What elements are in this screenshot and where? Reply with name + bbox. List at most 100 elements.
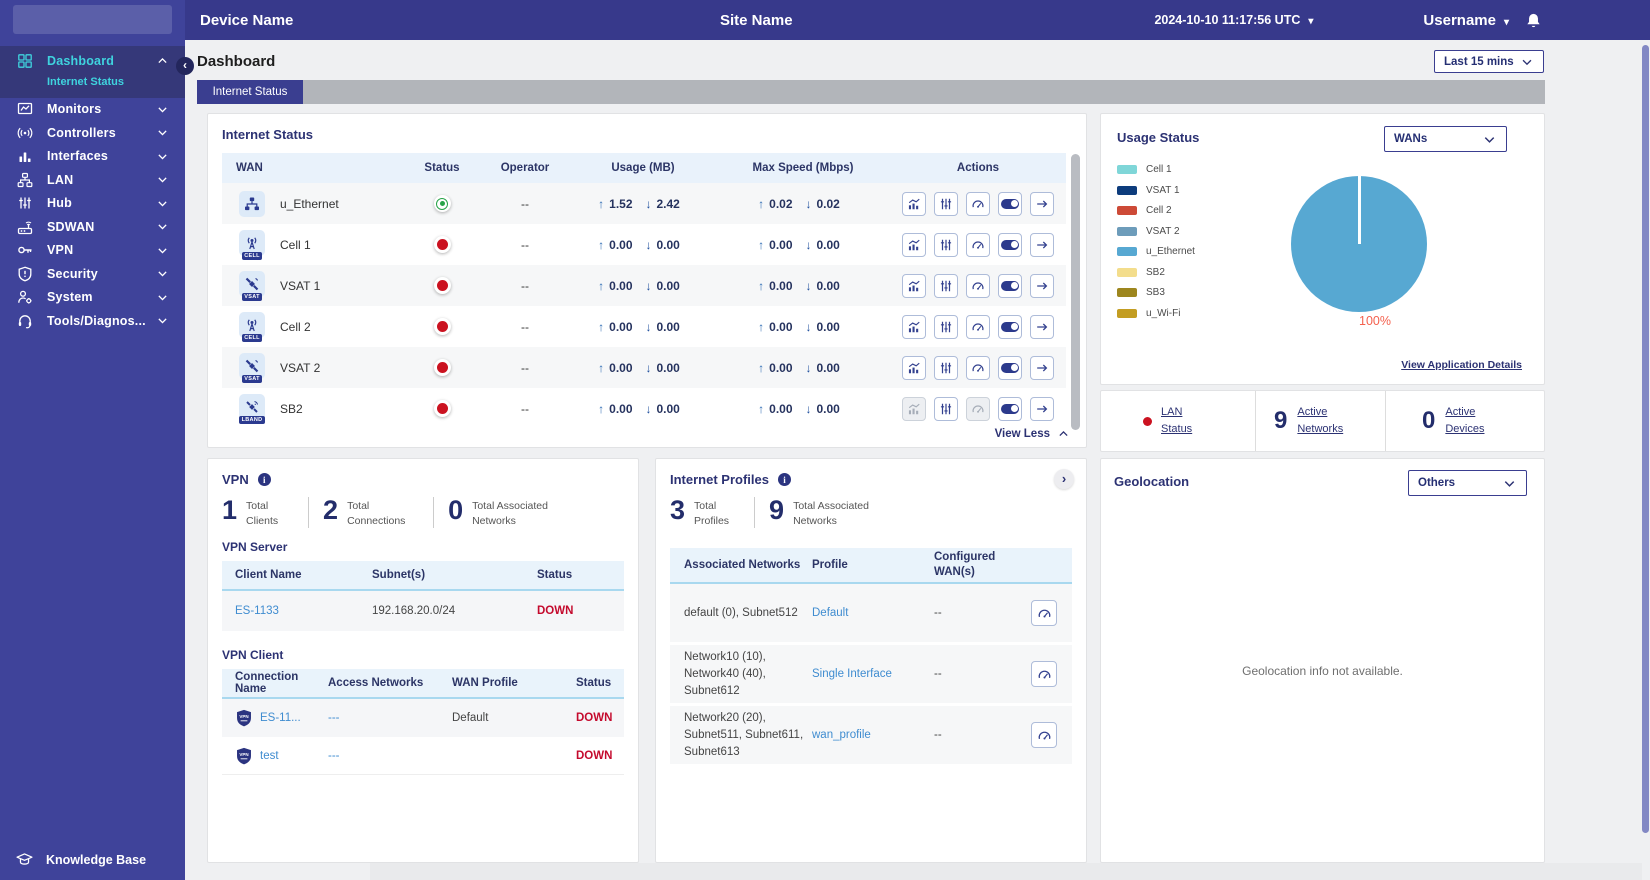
sidebar-item-dashboard[interactable]: Dashboard bbox=[0, 49, 185, 73]
device-name: Device Name bbox=[200, 11, 294, 29]
hub-icon bbox=[16, 195, 34, 211]
active-networks-link[interactable]: Active Networks bbox=[1297, 404, 1359, 438]
details-arrow-button[interactable] bbox=[1030, 396, 1054, 421]
configure-button[interactable] bbox=[934, 232, 958, 257]
table-header: Connection Name Access Networks WAN Prof… bbox=[222, 669, 624, 700]
legend-item: Cell 2 bbox=[1117, 205, 1195, 216]
enable-toggle[interactable] bbox=[998, 355, 1022, 380]
enable-toggle[interactable] bbox=[998, 314, 1022, 339]
details-arrow-button[interactable] bbox=[1030, 273, 1054, 298]
speedtest-button[interactable] bbox=[1031, 600, 1057, 627]
caret-down-icon bbox=[1308, 13, 1313, 27]
vpn-shield-icon bbox=[235, 747, 253, 765]
time-filter-select[interactable]: Last 15 mins bbox=[1434, 50, 1544, 73]
sidebar-item-interfaces[interactable]: Interfaces bbox=[0, 145, 185, 169]
view-application-details-link[interactable]: View Application Details bbox=[1401, 359, 1522, 371]
timestamp-dropdown[interactable]: 2024-10-10 11:17:56 UTC bbox=[1154, 13, 1313, 27]
enable-toggle[interactable] bbox=[998, 273, 1022, 298]
speedtest-button[interactable] bbox=[966, 273, 990, 298]
panel-title: Internet Status bbox=[222, 127, 314, 142]
sidebar-item-lan[interactable]: LAN bbox=[0, 168, 185, 192]
table-row: test --- DOWN bbox=[222, 737, 624, 776]
table-scrollbar[interactable] bbox=[1071, 154, 1080, 430]
speedtest-button[interactable] bbox=[966, 314, 990, 339]
panel-title: Geolocation bbox=[1114, 474, 1190, 489]
active-devices-section: 0 Active Devices bbox=[1386, 391, 1544, 451]
sidebar-item-internet-status[interactable]: Internet Status bbox=[0, 73, 185, 92]
details-arrow-button[interactable] bbox=[1030, 232, 1054, 257]
sidebar-item-sdwan[interactable]: SDWAN bbox=[0, 215, 185, 239]
details-arrow-button[interactable] bbox=[1030, 314, 1054, 339]
geolocation-filter-select[interactable]: Others bbox=[1408, 470, 1527, 496]
chevron-up-icon bbox=[1057, 427, 1070, 440]
chart-button[interactable] bbox=[902, 355, 926, 380]
sidebar-active-group: Dashboard Internet Status bbox=[0, 46, 185, 98]
configure-button[interactable] bbox=[934, 355, 958, 380]
sidebar-item-controllers[interactable]: Controllers bbox=[0, 121, 185, 145]
chart-button[interactable] bbox=[902, 314, 926, 339]
sidebar-item-hub[interactable]: Hub bbox=[0, 192, 185, 216]
sidebar-item-system[interactable]: System bbox=[0, 286, 185, 310]
tab-internet-status[interactable]: Internet Status bbox=[197, 80, 303, 104]
lan-status-link[interactable]: LAN Status bbox=[1161, 404, 1209, 438]
chevron-down-icon bbox=[1502, 476, 1517, 491]
sidebar: Dashboard Internet Status Monitors Contr… bbox=[0, 0, 185, 880]
panel-title: VPN bbox=[222, 472, 249, 487]
lan-status-down-icon bbox=[1143, 416, 1152, 426]
usage-pie-chart[interactable] bbox=[1291, 176, 1427, 312]
download-arrow-icon bbox=[646, 197, 652, 211]
user-menu[interactable]: Username bbox=[1423, 12, 1509, 29]
lan-status-section: LAN Status bbox=[1101, 391, 1256, 451]
speedtest-button[interactable] bbox=[1031, 722, 1057, 749]
chart-button[interactable] bbox=[902, 191, 926, 216]
details-arrow-button[interactable] bbox=[1030, 191, 1054, 216]
sidebar-collapse-button[interactable] bbox=[176, 57, 194, 75]
table-header: WAN Status Operator Usage (MB) Max Speed… bbox=[222, 153, 1066, 183]
status-up-icon bbox=[433, 195, 451, 212]
info-icon[interactable] bbox=[257, 473, 271, 486]
graduation-cap-icon bbox=[16, 851, 33, 868]
sidebar-item-tools-diagnostics[interactable]: Tools/Diagnos... bbox=[0, 309, 185, 333]
configure-button[interactable] bbox=[934, 273, 958, 298]
sidebar-item-vpn[interactable]: VPN bbox=[0, 239, 185, 263]
chevron-down-icon bbox=[156, 173, 169, 186]
sidebar-item-monitors[interactable]: Monitors bbox=[0, 98, 185, 122]
sidebar-item-security[interactable]: Security bbox=[0, 262, 185, 286]
enable-toggle[interactable] bbox=[998, 232, 1022, 257]
table-row: u_Ethernet -- 1.522.42 0.020.02 bbox=[222, 183, 1066, 224]
speedtest-button[interactable] bbox=[966, 355, 990, 380]
page-scrollbar[interactable] bbox=[1642, 45, 1649, 833]
chart-button[interactable] bbox=[902, 232, 926, 257]
configure-button[interactable] bbox=[934, 396, 958, 421]
info-icon[interactable] bbox=[777, 473, 791, 486]
enable-toggle[interactable] bbox=[998, 396, 1022, 421]
table-row: ES-1133 192.168.20.0/24 DOWN bbox=[222, 591, 624, 632]
profile-link[interactable]: wan_profile bbox=[812, 729, 871, 741]
chevron-down-icon bbox=[1482, 132, 1497, 147]
chart-button[interactable] bbox=[902, 273, 926, 298]
notification-bell-icon[interactable] bbox=[1525, 12, 1542, 29]
internet-status-table: WAN Status Operator Usage (MB) Max Speed… bbox=[222, 153, 1066, 429]
vpn-connection-link[interactable]: ES-11... bbox=[260, 712, 301, 724]
enable-toggle[interactable] bbox=[998, 191, 1022, 216]
configure-button[interactable] bbox=[934, 314, 958, 339]
usage-filter-select[interactable]: WANs bbox=[1384, 126, 1507, 152]
details-arrow-button[interactable] bbox=[1030, 355, 1054, 380]
view-less-button[interactable]: View Less bbox=[995, 427, 1070, 440]
speedtest-button[interactable] bbox=[1031, 661, 1057, 688]
speedtest-button[interactable] bbox=[966, 232, 990, 257]
knowledge-base-link[interactable]: Knowledge Base bbox=[0, 851, 162, 868]
vpn-client-link[interactable]: ES-1133 bbox=[235, 605, 279, 617]
expand-panel-button[interactable] bbox=[1054, 469, 1074, 489]
profile-link[interactable]: Default bbox=[812, 607, 848, 619]
configure-button[interactable] bbox=[934, 191, 958, 216]
interfaces-icon bbox=[16, 148, 34, 164]
active-devices-link[interactable]: Active Devices bbox=[1445, 404, 1497, 438]
speedtest-button[interactable] bbox=[966, 191, 990, 216]
stat-total-associated-networks: 9 Total Associated Networks bbox=[754, 497, 888, 529]
vpn-connection-link[interactable]: test bbox=[260, 750, 279, 762]
legend-item: u_Ethernet bbox=[1117, 246, 1195, 257]
profile-link[interactable]: Single Interface bbox=[812, 668, 892, 680]
upload-arrow-icon bbox=[598, 197, 604, 211]
stat-total-profiles: 3 Total Profiles bbox=[670, 495, 730, 527]
